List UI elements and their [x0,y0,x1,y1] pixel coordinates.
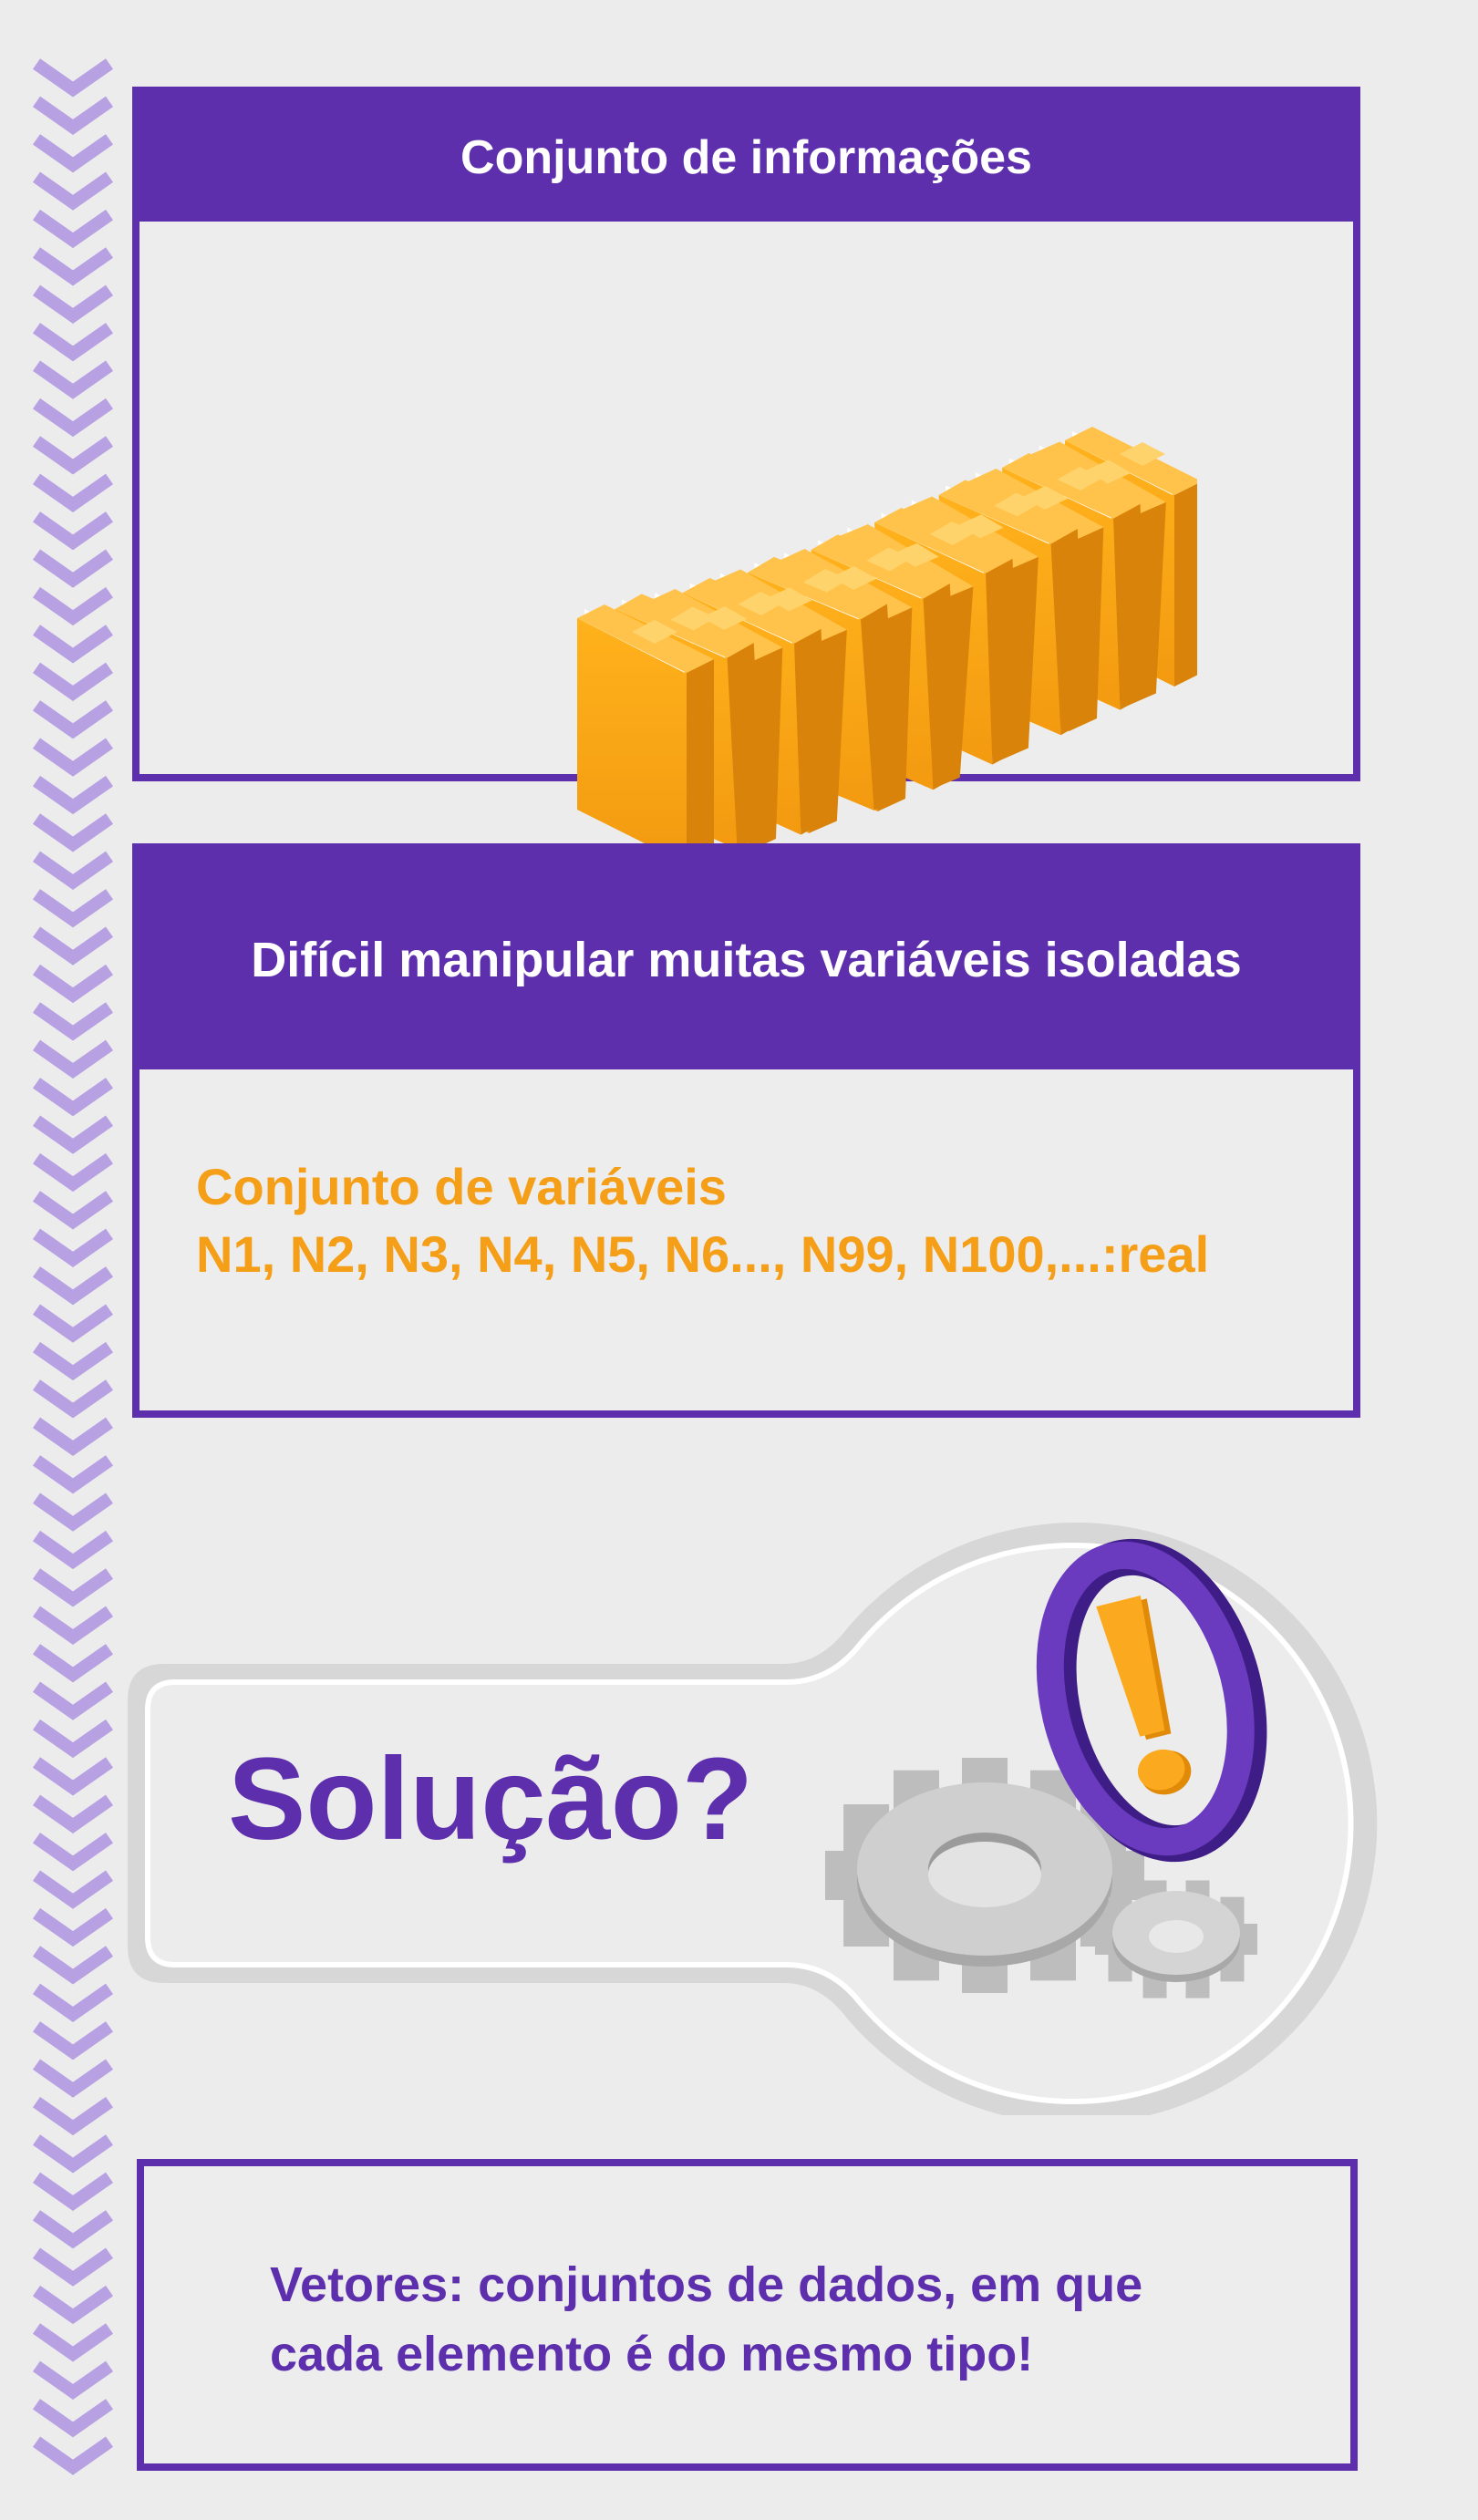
variables-heading: Conjunto de variáveis [196,1158,727,1215]
information-set-card: Conjunto de informações [132,87,1360,855]
folders-icon [577,427,1197,855]
vectors-definition: Vetores: conjuntos de dados, em que cada… [270,2250,1142,2389]
isolated-variables-card: Difícil manipular muitas variáveis isola… [132,843,1360,1418]
variables-text: Conjunto de variáveis N1, N2, N3, N4, N5… [196,1153,1209,1288]
vectors-line-2: cada elemento é do mesmo tipo! [270,2327,1034,2381]
chevron-strip [32,58,114,2475]
vectors-line-1: Vetores: conjuntos de dados, em que [270,2257,1143,2312]
card-title: Difícil manipular muitas variáveis isola… [140,851,1353,1069]
variables-list: N1, N2, N3, N4, N5, N6..., N99, N100,...… [196,1225,1210,1283]
card-title: Conjunto de informações [140,94,1353,222]
vectors-card: Vetores: conjuntos de dados, em que cada… [137,2159,1358,2471]
solution-label: Solução? [228,1734,754,1864]
